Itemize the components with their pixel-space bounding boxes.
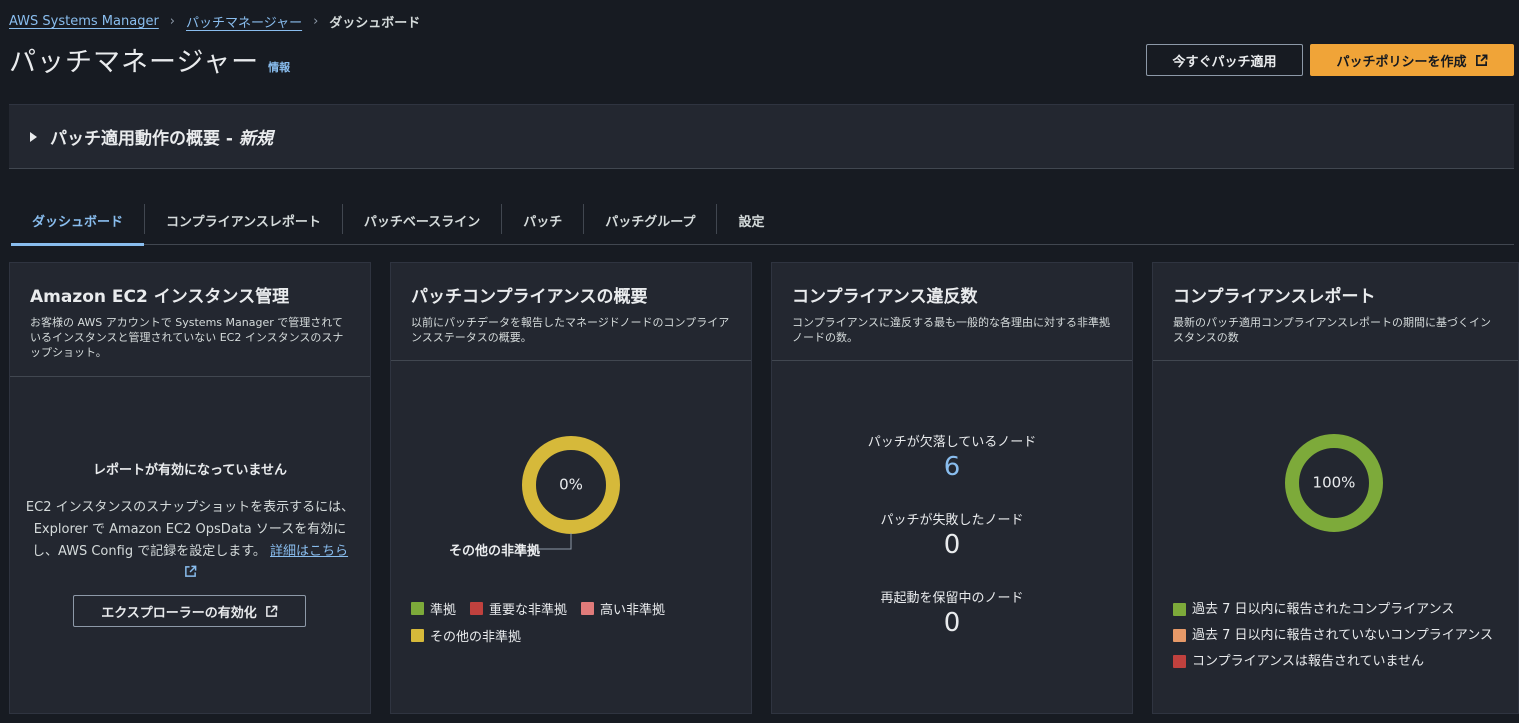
legend-row: その他の非準拠: [411, 626, 741, 645]
legend-swatch: [1173, 655, 1186, 668]
apply-patch-now-button[interactable]: 今すぐパッチ適用: [1146, 44, 1303, 76]
legend-item[interactable]: 高い非準拠: [581, 599, 665, 618]
card-header: コンプライアンス違反数 コンプライアンスに違反する最も一般的な各理由に対する非準…: [772, 263, 1132, 361]
legend-swatch: [1173, 629, 1186, 642]
donut-center-label: 0%: [559, 476, 583, 494]
compliance-violations-card: コンプライアンス違反数 コンプライアンスに違反する最も一般的な各理由に対する非準…: [771, 262, 1133, 714]
tab-bar: ダッシュボード コンプライアンスレポート パッチベースライン パッチ パッチグル…: [11, 196, 1514, 246]
tab-patch-groups[interactable]: パッチグループ: [584, 196, 716, 244]
legend-swatch: [581, 602, 595, 615]
legend-swatch: [411, 629, 424, 642]
legend-item[interactable]: その他の非準拠: [411, 626, 521, 645]
stat-label: パッチが欠落しているノード: [867, 435, 1037, 450]
legend-label: コンプライアンスは報告されていません: [1192, 654, 1425, 669]
tab-patches[interactable]: パッチ: [502, 196, 583, 244]
legend-swatch: [1173, 603, 1186, 616]
stat-label: パッチが失敗したノード: [880, 513, 1024, 528]
chevron-right-icon: ›: [169, 14, 175, 29]
empty-state: レポートが有効になっていません EC2 インスタンスのスナップショットを表示する…: [10, 459, 370, 585]
card-header: Amazon EC2 インスタンス管理 お客様の AWS アカウントで Syst…: [10, 263, 370, 377]
donut-center-label: 100%: [1313, 474, 1356, 492]
stat-value: 0: [943, 530, 961, 560]
create-patch-policy-label: パッチポリシーを作成: [1336, 54, 1467, 70]
legend-label: 準拠: [430, 603, 457, 618]
card-title: コンプライアンスレポート: [1173, 287, 1376, 307]
page-title: パッチマネージャー: [9, 47, 260, 78]
overview-title: パッチ適用動作の概要 -: [50, 129, 233, 149]
legend-item[interactable]: 過去 7 日以内に報告されていないコンプライアンス: [1173, 625, 1503, 646]
card-description: コンプライアンスに違反する最も一般的な各理由に対する非準拠ノードの数。: [792, 316, 1111, 344]
legend-swatch: [470, 602, 484, 615]
chevron-right-icon: ›: [313, 14, 319, 29]
card-title: コンプライアンス違反数: [792, 287, 978, 307]
compliance-reporting-card: コンプライアンスレポート 最新のパッチ適用コンプライアンスレポートの期間に基づく…: [1152, 262, 1519, 714]
external-link-icon: [1475, 54, 1487, 66]
card-header: パッチコンプライアンスの概要 以前にパッチデータを報告したマネージドノードのコン…: [391, 263, 751, 361]
overview-new-badge: 新規: [238, 129, 273, 149]
apply-patch-now-label: 今すぐパッチ適用: [1172, 54, 1277, 70]
legend-label: 過去 7 日以内に報告されていないコンプライアンス: [1192, 628, 1493, 643]
create-patch-policy-button[interactable]: パッチポリシーを作成: [1310, 44, 1514, 76]
legend-label: その他の非準拠: [430, 630, 522, 645]
card-description: 以前にパッチデータを報告したマネージドノードのコンプライアンスステータスの概要。: [411, 316, 730, 344]
missing-patches-stat: パッチが欠落しているノード 6: [772, 431, 1132, 482]
breadcrumb-patch-manager[interactable]: パッチマネージャー: [186, 12, 302, 31]
legend-item[interactable]: 準拠: [411, 599, 456, 618]
compliance-reporting-donut-chart: 100%: [1285, 434, 1383, 532]
tab-settings[interactable]: 設定: [717, 196, 785, 244]
donut-callout-label: その他の非準拠: [449, 544, 541, 559]
info-link[interactable]: 情報: [268, 59, 290, 75]
patch-compliance-summary-card: パッチコンプライアンスの概要 以前にパッチデータを報告したマネージドノードのコン…: [390, 262, 752, 714]
ec2-management-card: Amazon EC2 インスタンス管理 お客様の AWS アカウントで Syst…: [9, 262, 371, 714]
legend-label: 重要な非準拠: [489, 603, 568, 618]
tab-patch-baselines[interactable]: パッチベースライン: [343, 196, 501, 244]
stat-value: 0: [943, 608, 961, 638]
breadcrumb-current: ダッシュボード: [329, 16, 421, 31]
chart-legend: 過去 7 日以内に報告されたコンプライアンス 過去 7 日以内に報告されていない…: [1173, 599, 1503, 677]
enable-explorer-button[interactable]: エクスプローラーの有効化: [73, 595, 306, 627]
legend-row: 準拠 重要な非準拠 高い非準拠: [411, 599, 741, 618]
learn-more-link[interactable]: 詳細はこちら: [270, 544, 348, 559]
empty-state-title: レポートが有効になっていません: [93, 463, 287, 478]
failed-patches-stat: パッチが失敗したノード 0: [772, 509, 1132, 560]
legend-item[interactable]: コンプライアンスは報告されていません: [1173, 651, 1503, 672]
card-title: パッチコンプライアンスの概要: [411, 287, 648, 307]
legend-item[interactable]: 重要な非準拠: [470, 599, 567, 618]
caret-right-icon: [30, 131, 37, 142]
card-header: コンプライアンスレポート 最新のパッチ適用コンプライアンスレポートの期間に基づく…: [1153, 263, 1518, 361]
stat-label: 再起動を保留中のノード: [880, 591, 1024, 606]
external-link-icon: [265, 605, 278, 617]
empty-state-description: EC2 インスタンスのスナップショットを表示するには、Explorer で Am…: [25, 497, 355, 585]
card-description: 最新のパッチ適用コンプライアンスレポートの期間に基づくインスタンスの数: [1173, 316, 1492, 344]
title-row: パッチマネージャー 情報: [9, 40, 290, 79]
legend-label: 過去 7 日以内に報告されたコンプライアンス: [1192, 602, 1455, 617]
breadcrumb-systems-manager[interactable]: AWS Systems Manager: [9, 14, 159, 29]
patch-overview-expander[interactable]: パッチ適用動作の概要 - 新規: [9, 104, 1514, 169]
legend-swatch: [411, 602, 424, 615]
enable-explorer-label: エクスプローラーの有効化: [101, 605, 257, 621]
legend-item[interactable]: 過去 7 日以内に報告されたコンプライアンス: [1173, 599, 1503, 620]
breadcrumb: AWS Systems Manager › パッチマネージャー › ダッシュボー…: [9, 12, 420, 31]
legend-label: 高い非準拠: [600, 603, 666, 618]
pending-reboot-stat: 再起動を保留中のノード 0: [772, 587, 1132, 638]
chart-legend: 準拠 重要な非準拠 高い非準拠 その他の非準拠: [411, 599, 741, 653]
external-link-icon: [184, 565, 196, 577]
card-description: お客様の AWS アカウントで Systems Manager で管理されている…: [30, 316, 344, 359]
card-title: Amazon EC2 インスタンス管理: [30, 287, 290, 307]
tab-dashboard[interactable]: ダッシュボード: [11, 196, 145, 246]
tab-compliance-reporting[interactable]: コンプライアンスレポート: [145, 196, 342, 244]
stat-value-link[interactable]: 6: [772, 452, 1132, 482]
